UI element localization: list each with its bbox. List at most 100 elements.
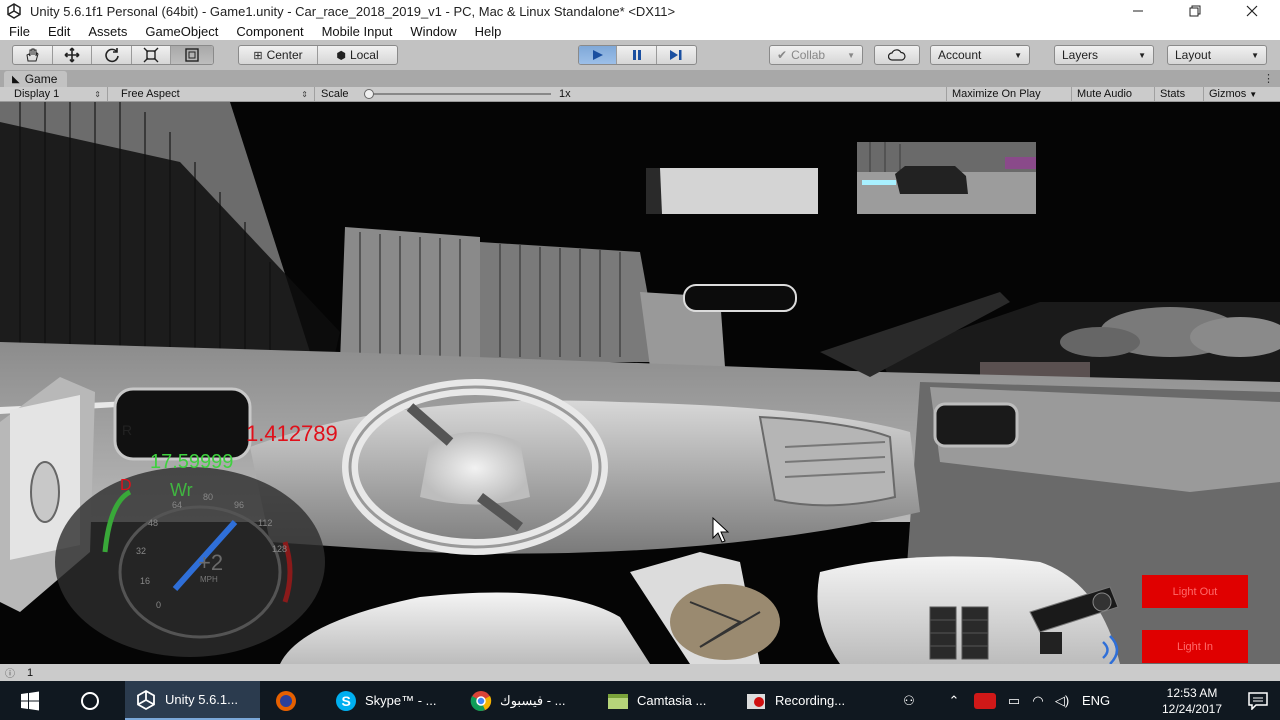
account-dropdown[interactable]: Account ▼ xyxy=(930,45,1030,65)
maximize-on-play-toggle[interactable]: Maximize On Play xyxy=(946,87,1046,101)
aspect-dropdown[interactable]: Free Aspect ⇕ xyxy=(115,87,315,101)
scale-icon xyxy=(143,47,159,63)
display-dropdown[interactable]: Display 1 ⇕ xyxy=(8,87,108,101)
panel-menu-icon[interactable]: ⋮ xyxy=(1263,72,1274,85)
cloud-button[interactable] xyxy=(874,45,920,65)
start-button[interactable] xyxy=(0,681,60,720)
people-icon[interactable]: ⚇ xyxy=(898,693,920,709)
move-arrows-icon xyxy=(64,47,80,63)
restore-button[interactable] xyxy=(1166,0,1223,22)
dial-tick: 32 xyxy=(136,546,146,556)
windows-logo-icon xyxy=(21,691,39,710)
scale-slider-thumb[interactable] xyxy=(364,89,374,99)
firefox-icon xyxy=(276,690,296,711)
gizmos-dropdown[interactable]: Gizmos ▼ xyxy=(1203,87,1262,101)
mute-audio-toggle[interactable]: Mute Audio xyxy=(1071,87,1137,101)
game-tab-bar: ◣ Game ⋮ xyxy=(0,70,1280,87)
taskbar-item-recording[interactable]: Recording... xyxy=(735,681,865,720)
menu-component[interactable]: Component xyxy=(227,24,312,39)
windows-taskbar: Unity 5.6.1... S Skype™ - ... فيسبوك - .… xyxy=(0,681,1280,720)
stats-toggle[interactable]: Stats xyxy=(1154,87,1190,101)
menu-edit[interactable]: Edit xyxy=(39,24,79,39)
close-icon xyxy=(1246,5,1257,17)
scale-label: Scale xyxy=(321,87,349,101)
chrome-icon xyxy=(470,690,492,711)
dial-tick: 16 xyxy=(140,576,150,586)
hand-icon xyxy=(26,48,39,62)
window-titlebar[interactable]: Unity 5.6.1f1 Personal (64bit) - Game1.u… xyxy=(0,0,1280,22)
step-button[interactable] xyxy=(657,46,696,64)
layers-dropdown[interactable]: Layers ▼ xyxy=(1054,45,1154,65)
cortana-button[interactable] xyxy=(60,681,120,720)
window-title: Unity 5.6.1f1 Personal (64bit) - Game1.u… xyxy=(30,3,676,19)
light-out-button[interactable]: Light Out xyxy=(1142,575,1248,608)
taskbar-item-firefox[interactable] xyxy=(265,681,320,720)
collab-button[interactable]: ✔ Collab ▼ xyxy=(769,45,863,65)
tray-app-icon[interactable] xyxy=(974,692,996,709)
wifi-icon[interactable]: ◠ xyxy=(1026,693,1050,709)
chevron-down-icon: ▼ xyxy=(1014,50,1022,60)
game-viewport[interactable]: 1.412789 17.59999 R D Wr +2 MPH 0 16 32 … xyxy=(0,102,1280,664)
battery-icon[interactable]: ▭ xyxy=(1002,693,1026,709)
pivot-local-label: Local xyxy=(349,48,379,62)
minimize-button[interactable] xyxy=(1109,0,1166,22)
rotate-tool-button[interactable] xyxy=(92,46,132,64)
pause-button[interactable] xyxy=(617,46,657,64)
light-in-label: Light In xyxy=(1176,640,1214,653)
taskbar-item-skype[interactable]: S Skype™ - ... xyxy=(325,681,455,720)
notification-icon xyxy=(1248,691,1268,710)
language-indicator[interactable]: ENG xyxy=(1082,693,1110,708)
light-out-label: Light Out xyxy=(1172,585,1218,598)
hand-tool-button[interactable] xyxy=(13,46,53,64)
menu-file[interactable]: File xyxy=(0,24,39,39)
check-icon: ✔ xyxy=(777,48,788,62)
scale-value: 1x xyxy=(559,88,571,100)
menu-assets[interactable]: Assets xyxy=(79,24,136,39)
rear-view-screen-left xyxy=(646,168,818,214)
recording-icon xyxy=(747,693,765,709)
rect-tool-button[interactable] xyxy=(171,46,213,64)
light-in-button[interactable]: Light In xyxy=(1142,630,1248,663)
play-button[interactable] xyxy=(579,46,618,64)
pivot-local-button[interactable]: ⬢ Local xyxy=(318,46,397,64)
svg-text:S: S xyxy=(342,693,351,709)
close-button[interactable] xyxy=(1223,0,1280,22)
restore-icon xyxy=(1189,5,1200,17)
dial-tick: 48 xyxy=(148,518,158,528)
chevron-down-icon: ▼ xyxy=(847,50,855,60)
taskbar-clock[interactable]: 12:53 AM 12/24/2017 xyxy=(1152,685,1232,717)
scale-slider-track[interactable] xyxy=(367,93,551,95)
rotate-icon xyxy=(104,48,119,63)
gizmos-label: Gizmos xyxy=(1209,88,1247,100)
dial-tick: 112 xyxy=(258,518,272,528)
hud-value-red: 1.412789 xyxy=(246,421,338,446)
side-mirror-left xyxy=(113,387,252,461)
move-tool-button[interactable] xyxy=(53,46,93,64)
menu-mobile-input[interactable]: Mobile Input xyxy=(313,24,402,39)
aspect-label: Free Aspect xyxy=(121,88,180,100)
taskbar-item-chrome[interactable]: فيسبوك - ... xyxy=(460,681,590,720)
pivot-center-button[interactable]: ⊞ Center xyxy=(239,46,318,64)
layout-dropdown[interactable]: Layout ▼ xyxy=(1167,45,1267,65)
system-tray: ⚇ ⌃ ▭ ◠ ◁) ENG xyxy=(898,681,1110,720)
dial-tick: 128 xyxy=(272,544,287,554)
menu-help[interactable]: Help xyxy=(466,24,511,39)
hud-gear-r: R xyxy=(122,422,132,438)
menu-gameobject[interactable]: GameObject xyxy=(136,24,227,39)
chevron-up-icon[interactable]: ⌃ xyxy=(942,693,966,709)
menu-window[interactable]: Window xyxy=(401,24,465,39)
pivot-toggles: ⊞ Center ⬢ Local xyxy=(238,45,398,65)
updown-arrows-icon: ⇕ xyxy=(301,89,308,99)
action-center-button[interactable] xyxy=(1236,681,1280,720)
taskbar-item-label: Recording... xyxy=(775,693,846,708)
tab-game[interactable]: ◣ Game xyxy=(4,71,68,87)
chevron-down-icon: ▼ xyxy=(1249,89,1258,99)
taskbar-item-camtasia[interactable]: Camtasia ... xyxy=(597,681,727,720)
hud-gear-d: D xyxy=(120,477,132,494)
volume-icon[interactable]: ◁) xyxy=(1050,693,1074,709)
skype-icon: S xyxy=(336,690,356,711)
interior-mirror xyxy=(683,284,797,312)
taskbar-item-unity[interactable]: Unity 5.6.1... xyxy=(125,681,260,720)
dial-tick: 0 xyxy=(156,600,161,610)
scale-tool-button[interactable] xyxy=(132,46,172,64)
